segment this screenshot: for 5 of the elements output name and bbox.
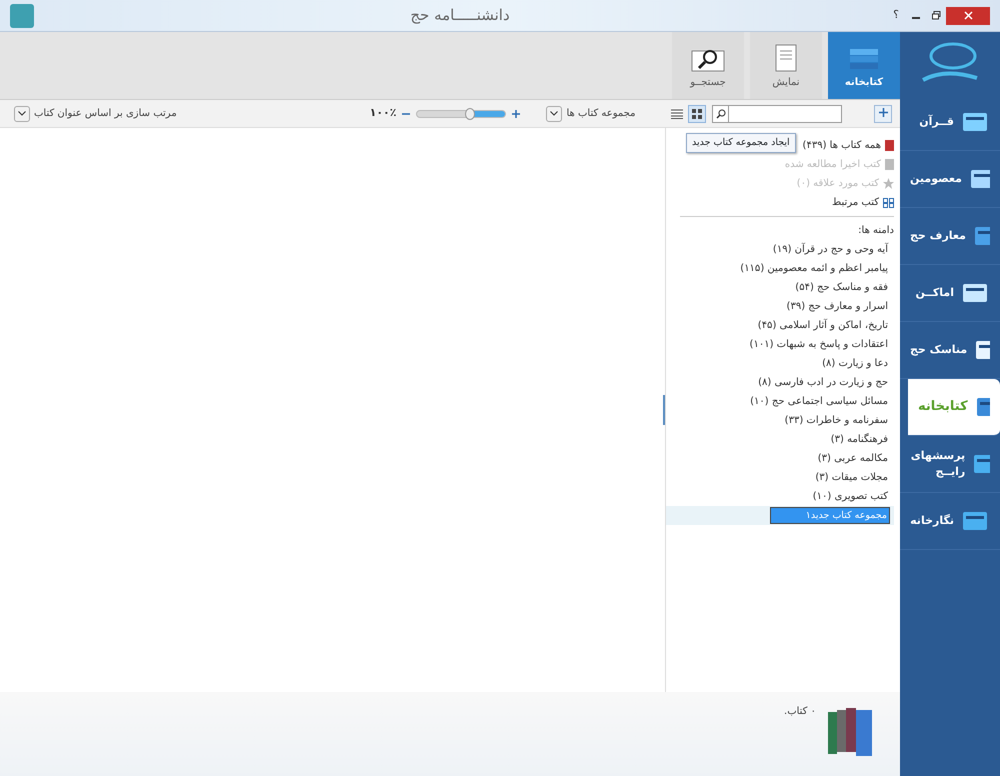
domains-heading: دامنه ها: [857,224,894,238]
book-count: ۰ کتاب. [784,705,816,719]
tooltip: ایجاد مجموعه کتاب جدید [686,133,796,154]
zoom-reading: ۱۰۰٪ [370,105,396,122]
window-title: دانشنـــــامه حج [409,5,511,26]
